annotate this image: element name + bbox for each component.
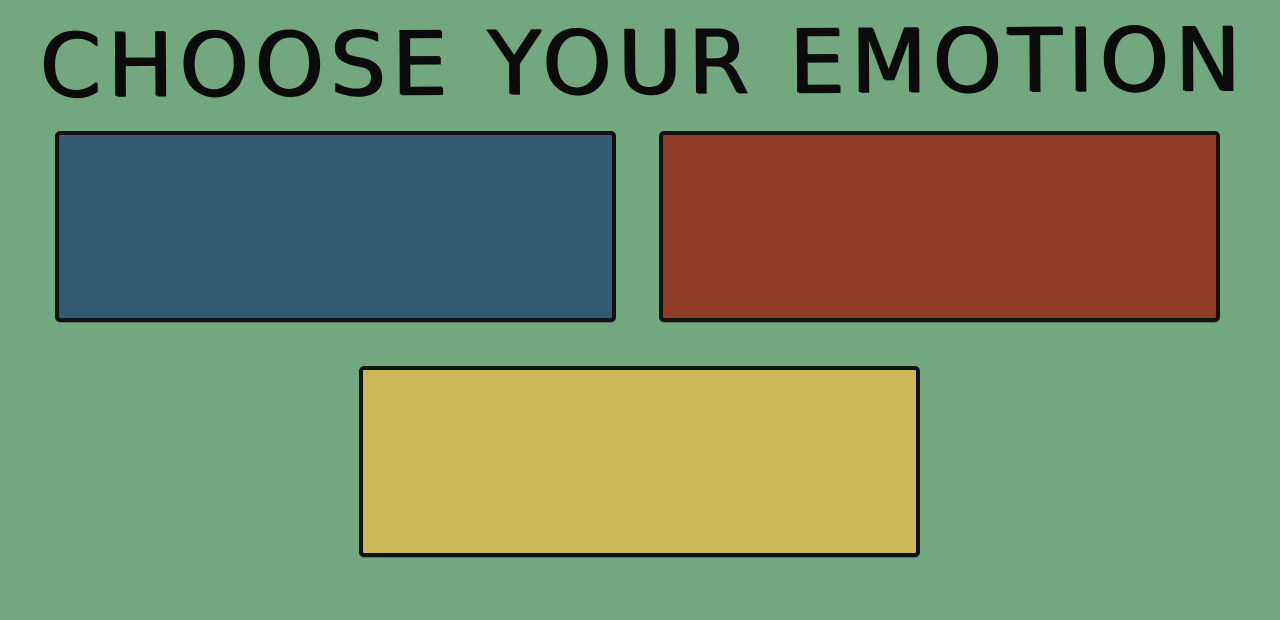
emotion-button-red[interactable] [659, 131, 1220, 322]
emotion-button-yellow[interactable] [359, 366, 920, 557]
emotion-button-blue[interactable] [55, 131, 616, 322]
page-title: CHOOSE YOUR EMOTION [39, 7, 1248, 118]
emotion-select-screen: CHOOSE YOUR EMOTION [0, 0, 1280, 620]
